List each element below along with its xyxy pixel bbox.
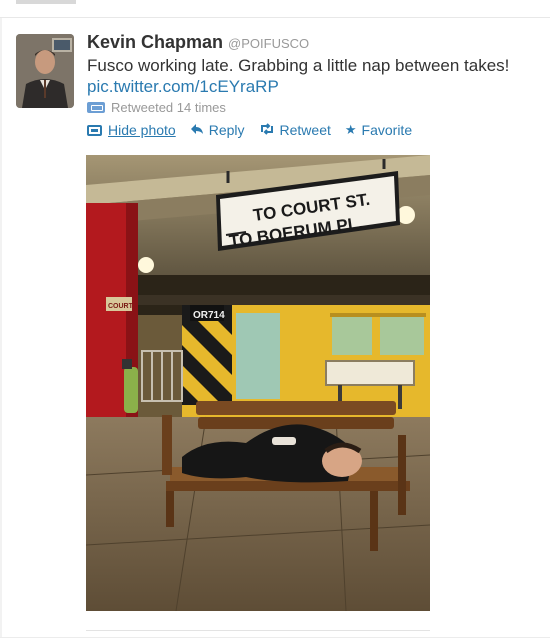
user-handle[interactable]: @POIFUSCO	[228, 36, 309, 51]
car-number: OR714	[193, 310, 225, 321]
reply-arrow-icon	[190, 123, 204, 138]
avatar[interactable]	[16, 34, 74, 108]
star-icon: ★	[344, 122, 357, 137]
subway-bench-photo: TO COURT ST. TO BOERUM PL. OR714 COURT	[86, 155, 430, 611]
tweet-text: Fusco working late. Grabbing a little na…	[87, 56, 510, 75]
reply-button[interactable]: Reply	[190, 122, 245, 138]
retweet-count-icon	[87, 102, 105, 113]
previous-tweet-edge	[0, 0, 550, 18]
tweet[interactable]: Kevin Chapman @POIFUSCO Fusco working lat…	[0, 18, 550, 638]
tweet-actions: Hide photo Reply Retweet ★ Favorite	[87, 122, 426, 138]
retweet-count-label: Retweeted 14 times	[111, 100, 226, 115]
avatar-image	[16, 34, 74, 108]
photo-icon	[87, 124, 102, 136]
hide-photo-button[interactable]: Hide photo	[87, 122, 176, 138]
tweet-photo-link[interactable]: pic.twitter.com/1cEYraRP	[87, 77, 279, 97]
photo-footer-divider	[86, 630, 430, 631]
tweet-photo[interactable]: TO COURT ST. TO BOERUM PL. OR714 COURT	[86, 155, 430, 611]
reply-label: Reply	[208, 122, 245, 138]
tweet-header: Kevin Chapman @POIFUSCO	[87, 32, 309, 53]
pillar-label: COURT	[108, 303, 134, 310]
hide-photo-label: Hide photo	[108, 122, 176, 138]
retweet-icon	[259, 122, 275, 138]
favorite-button[interactable]: ★ Favorite	[345, 122, 412, 138]
previous-tweet-fragment	[16, 0, 76, 4]
retweet-label: Retweet	[279, 122, 331, 138]
retweet-button[interactable]: Retweet	[259, 122, 331, 138]
favorite-label: Favorite	[361, 122, 413, 138]
user-fullname[interactable]: Kevin Chapman	[87, 32, 223, 52]
retweet-count: Retweeted 14 times	[87, 100, 226, 115]
